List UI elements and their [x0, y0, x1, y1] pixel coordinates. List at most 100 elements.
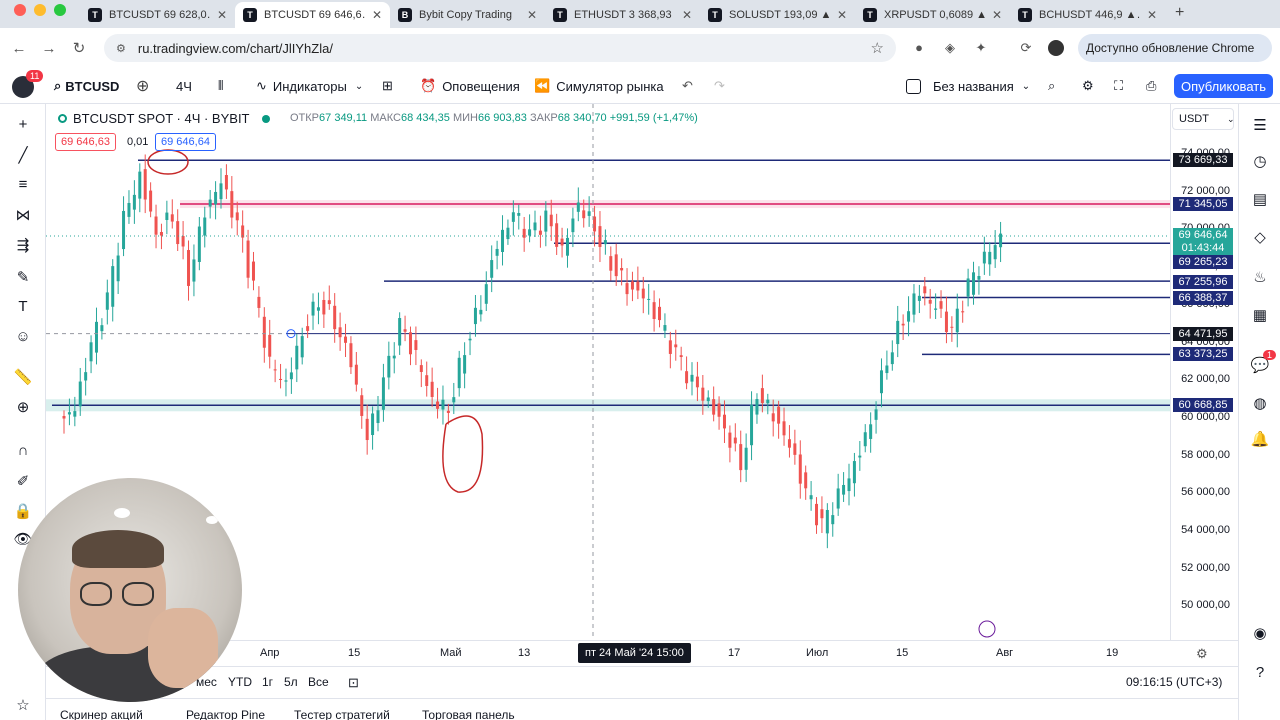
zoom-in-icon[interactable]: ⊕ [12, 398, 34, 420]
forward-icon[interactable]: → [34, 40, 64, 57]
price-tick-label: 58 000,00 [1181, 448, 1230, 461]
profile-avatar[interactable] [1048, 40, 1064, 56]
candle-body [966, 278, 970, 297]
fullscreen-icon[interactable]: ⛶ [1114, 68, 1123, 104]
symbol-search-button[interactable]: ⌕ BTCUSD [54, 68, 119, 104]
close-tab-icon[interactable]: ✕ [372, 8, 382, 22]
maximize-window-icon[interactable] [54, 4, 66, 16]
minimize-window-icon[interactable] [34, 4, 46, 16]
replay-button[interactable]: ⏪ Симулятор рынка [534, 68, 664, 104]
interval-button[interactable]: 4Ч [176, 68, 192, 104]
compare-add-icon[interactable]: ⊕ [136, 68, 149, 104]
publish-button[interactable]: Опубликовать [1174, 74, 1273, 98]
camera-snapshot-icon[interactable]: ⎙ [1146, 68, 1156, 104]
range-button[interactable]: 1г [262, 675, 273, 689]
close-tab-icon[interactable]: ✕ [1147, 8, 1157, 22]
site-info-icon[interactable]: ⚙ [116, 42, 126, 55]
candle-body [560, 238, 564, 246]
help-icon[interactable]: ? [1249, 664, 1271, 686]
bottom-tab[interactable]: Тестер стратегий [294, 708, 390, 720]
price-level-label: 63 373,25 [1173, 347, 1233, 361]
buy-price-box[interactable]: 69 646,64 [155, 133, 216, 151]
indicators-button[interactable]: ∿ Индикаторы ⌄ [256, 68, 363, 104]
url-bar[interactable]: ⚙ ru.tradingview.com/chart/JlIYhZla/ ☆ [104, 34, 896, 62]
back-icon[interactable]: ← [4, 40, 34, 57]
fib-retracement-icon[interactable]: ≡ [12, 176, 34, 198]
candle-type-icon[interactable]: ⫴ [218, 68, 223, 104]
market-status-dot [58, 114, 67, 123]
browser-tab[interactable]: T XRPUSDT 0,6089 ▲… ✕ [855, 2, 1010, 28]
candle-body [67, 412, 71, 415]
alarm-clock-icon: ⏰ [420, 78, 437, 93]
browser-tab[interactable]: B Bybit Copy Trading ✕ [390, 2, 545, 28]
browser-tab[interactable]: T BTCUSDT 69 628,0… ✕ [80, 2, 235, 28]
quick-search-icon[interactable]: ⌕ [1048, 68, 1055, 104]
lock-drawing-pencil-icon[interactable]: ✐ [12, 472, 34, 494]
range-button[interactable]: Все [308, 675, 329, 689]
trend-line-icon[interactable]: ╱ [12, 146, 34, 168]
hotlist-flame-icon[interactable]: ♨ [1249, 268, 1271, 290]
close-window-icon[interactable] [14, 4, 26, 16]
undo-icon[interactable]: ↶ [682, 68, 693, 104]
bookmark-star-icon[interactable]: ☆ [871, 39, 884, 57]
watchlist-icon[interactable]: ☰ [1249, 116, 1271, 138]
browser-tab[interactable]: T ETHUSDT 3 368,93 … ✕ [545, 2, 700, 28]
emoji-icon[interactable]: ☺ [12, 328, 34, 350]
new-tab-button[interactable]: + [1165, 4, 1194, 28]
close-tab-icon[interactable]: ✕ [682, 8, 692, 22]
puzzle-extension-icon[interactable]: ✦ [973, 40, 989, 56]
browser-tab[interactable]: T BCHUSDT 446,9 ▲… ✕ [1010, 2, 1165, 28]
candle-body [744, 447, 748, 470]
candle-body [890, 352, 894, 365]
alerts-clock-icon[interactable]: ◷ [1249, 152, 1271, 174]
templates-grid-icon[interactable]: ⊞ [382, 68, 393, 104]
candle-body [614, 254, 618, 277]
forecast-icon[interactable]: ⇶ [12, 236, 34, 258]
shield-extension-icon[interactable]: ◈ [942, 40, 958, 56]
close-tab-icon[interactable]: ✕ [992, 8, 1002, 22]
close-tab-icon[interactable]: ✕ [837, 8, 847, 22]
pattern-icon[interactable]: ⋈ [12, 206, 34, 228]
candle-body [387, 355, 391, 378]
brush-icon[interactable]: ✎ [12, 268, 34, 290]
axis-settings-icon[interactable]: ⚙ [1196, 646, 1208, 662]
price-axis[interactable]: 74 000,0072 000,0070 000,0068 000,0066 0… [1170, 104, 1238, 640]
tv-logo-icon[interactable]: ◉ [1249, 624, 1271, 646]
text-tool-icon[interactable]: T [12, 298, 34, 320]
lock-icon[interactable]: 🔒 [12, 502, 34, 524]
bottom-tab[interactable]: Скринер акций [60, 708, 143, 720]
bottom-tab[interactable]: Торговая панель [422, 708, 515, 720]
settings-gear-icon[interactable]: ⚙ [1082, 68, 1094, 104]
range-button[interactable]: YTD [228, 675, 252, 689]
calendar-icon[interactable]: ▦ [1249, 306, 1271, 328]
browser-tab[interactable]: T SOLUSDT 193,09 ▲… ✕ [700, 2, 855, 28]
reload-icon[interactable]: ↻ [64, 39, 94, 57]
bottom-tab[interactable]: Редактор Pine [186, 708, 265, 720]
browser-tab[interactable]: T BTCUSDT 69 646,6… ✕ [235, 2, 390, 28]
live-dot-icon [261, 114, 270, 123]
magnet-icon[interactable]: ∩ [12, 442, 34, 464]
timezone-clock[interactable]: 09:16:15 (UTC+3) [1126, 675, 1222, 689]
extension-icon[interactable]: ● [911, 40, 927, 56]
sync-icon[interactable]: ⟳ [1018, 40, 1034, 56]
close-tab-icon[interactable]: ✕ [217, 8, 227, 22]
sell-price-box[interactable]: 69 646,63 [55, 133, 116, 151]
ideas-icon[interactable]: ◍ [1249, 394, 1271, 416]
goto-date-icon[interactable]: ⊡ [348, 675, 359, 691]
object-tree-icon[interactable]: ▤ [1249, 190, 1271, 212]
range-button[interactable]: 5л [284, 675, 298, 689]
redo-icon[interactable]: ↷ [714, 68, 725, 104]
layout-name-button[interactable]: Без названия ⌄ [906, 68, 1030, 104]
candle-body [246, 240, 250, 278]
currency-select[interactable]: USDT ⌄ [1172, 108, 1235, 130]
notification-bell-icon[interactable]: 🔔 [1249, 430, 1271, 452]
candle-body [122, 210, 126, 250]
ruler-icon[interactable]: 📏 [12, 368, 34, 390]
chrome-update-button[interactable]: Доступно обновление Chrome [1078, 34, 1272, 62]
alerts-button[interactable]: ⏰ Оповещения [420, 68, 520, 104]
crosshair-icon[interactable]: + [12, 116, 34, 138]
layers-icon[interactable]: ◇ [1249, 228, 1271, 250]
close-tab-icon[interactable]: ✕ [527, 8, 537, 22]
symbol-title[interactable]: BTCUSDT SPOT · 4Ч · BYBIT [73, 111, 250, 126]
favorites-star-icon[interactable]: ☆ [12, 696, 34, 718]
